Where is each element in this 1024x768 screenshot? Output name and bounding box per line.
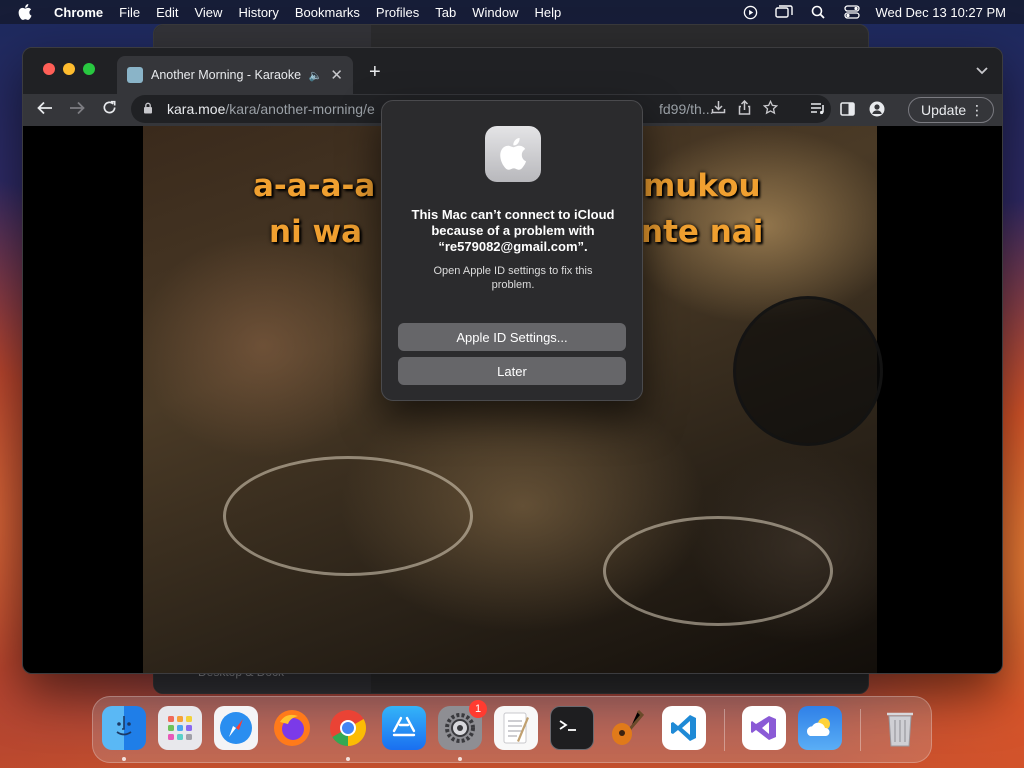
- omnibox-actions: [711, 99, 779, 118]
- install-app-icon[interactable]: [711, 100, 726, 118]
- lyric-line1-left: a-a-a-a: [253, 168, 376, 204]
- share-icon[interactable]: [738, 99, 751, 118]
- dock-visual-studio-icon[interactable]: [742, 706, 786, 750]
- bookmark-star-icon[interactable]: [762, 99, 779, 118]
- alert-message: Open Apple ID settings to fix this probl…: [433, 265, 593, 291]
- close-tab-icon[interactable]: ✕: [330, 66, 343, 84]
- later-button[interactable]: Later: [398, 357, 626, 385]
- control-center-icon[interactable]: [835, 5, 869, 19]
- menu-edit[interactable]: Edit: [148, 5, 186, 20]
- drum-shape-decoration: [733, 296, 883, 446]
- tab-favicon-icon: [127, 67, 143, 83]
- dock-running-indicator: [458, 757, 462, 761]
- dock: 1: [92, 696, 932, 763]
- tab-search-chevron-icon[interactable]: [976, 64, 988, 78]
- dock-launchpad-icon[interactable]: [158, 706, 202, 750]
- url-path: /kara/another-morning/e: [225, 101, 375, 117]
- menu-window[interactable]: Window: [464, 5, 526, 20]
- dock-app-store-icon[interactable]: [382, 706, 426, 750]
- tab-karaoke[interactable]: Another Morning - Karaoke 🔈 ✕: [117, 56, 353, 94]
- url-path-tail: fd99/th...: [659, 101, 714, 117]
- screens-icon[interactable]: [767, 5, 801, 19]
- apple-logo-icon: [485, 126, 541, 182]
- profile-avatar-icon[interactable]: [869, 101, 885, 120]
- window-controls: [43, 63, 95, 75]
- menu-history[interactable]: History: [230, 5, 286, 20]
- dock-terminal-icon[interactable]: [550, 706, 594, 750]
- dock-finder-icon[interactable]: [102, 706, 146, 750]
- lyric-line2-right: nte nai: [641, 214, 764, 250]
- apple-menu[interactable]: [0, 4, 50, 20]
- menu-profiles[interactable]: Profiles: [368, 5, 427, 20]
- speaker-icon[interactable]: 🔈: [309, 69, 323, 82]
- url-host: kara.moe: [167, 101, 226, 117]
- forward-arrow-icon[interactable]: [61, 100, 93, 120]
- dock-separator: [860, 709, 861, 751]
- dock-chrome-icon[interactable]: [326, 706, 370, 750]
- icloud-alert-dialog: This Mac can’t connect to iCloud because…: [381, 100, 643, 401]
- alert-title: This Mac can’t connect to iCloud because…: [411, 207, 615, 254]
- menu-bookmarks[interactable]: Bookmarks: [287, 5, 368, 20]
- dock-vscode-icon[interactable]: [662, 706, 706, 750]
- dock-weather-icon[interactable]: [798, 706, 842, 750]
- search-icon[interactable]: [801, 5, 835, 19]
- dock-safari-icon[interactable]: [214, 706, 258, 750]
- settings-notification-badge: 1: [469, 700, 487, 718]
- toolbar-actions: [810, 101, 885, 120]
- menu-help[interactable]: Help: [527, 5, 570, 20]
- dock-separator: [724, 709, 725, 751]
- dock-system-settings-icon[interactable]: 1: [438, 700, 487, 750]
- drum-shape-decoration: [603, 516, 833, 626]
- menu-bar: Chrome File Edit View History Bookmarks …: [0, 0, 1024, 24]
- tab-strip: Another Morning - Karaoke 🔈 ✕ +: [23, 48, 1002, 94]
- dock-firefox-icon[interactable]: [270, 706, 314, 750]
- apple-logo-icon: [18, 4, 32, 20]
- dock-garageband-icon[interactable]: [606, 706, 650, 750]
- update-button[interactable]: Update ⋮: [908, 97, 994, 123]
- back-arrow-icon[interactable]: [29, 100, 61, 120]
- dock-trash-icon[interactable]: [878, 706, 922, 750]
- menu-app-name[interactable]: Chrome: [50, 5, 111, 20]
- tab-title: Another Morning - Karaoke: [151, 68, 302, 82]
- new-tab-button[interactable]: +: [369, 61, 381, 84]
- media-queue-icon[interactable]: [810, 102, 826, 118]
- update-label: Update: [921, 102, 967, 118]
- menu-tab[interactable]: Tab: [427, 5, 464, 20]
- apple-id-settings-button[interactable]: Apple ID Settings...: [398, 323, 626, 351]
- lyric-line1-right: mukou: [643, 168, 761, 204]
- play-circle-icon[interactable]: [733, 5, 767, 20]
- dock-running-indicator: [122, 757, 126, 761]
- reload-icon[interactable]: [93, 100, 125, 120]
- minimize-window-button[interactable]: [63, 63, 75, 75]
- more-options-icon[interactable]: ⋮: [970, 102, 984, 119]
- menu-file[interactable]: File: [111, 5, 148, 20]
- dock-running-indicator: [346, 757, 350, 761]
- side-panel-icon[interactable]: [840, 101, 855, 119]
- menu-clock[interactable]: Wed Dec 13 10:27 PM: [869, 5, 1006, 20]
- close-window-button[interactable]: [43, 63, 55, 75]
- lyric-line2-left: ni wa: [269, 214, 363, 250]
- lock-icon[interactable]: [143, 102, 157, 117]
- maximize-window-button[interactable]: [83, 63, 95, 75]
- menu-view[interactable]: View: [186, 5, 230, 20]
- drum-shape-decoration: [223, 456, 473, 576]
- dock-textedit-icon[interactable]: [494, 706, 538, 750]
